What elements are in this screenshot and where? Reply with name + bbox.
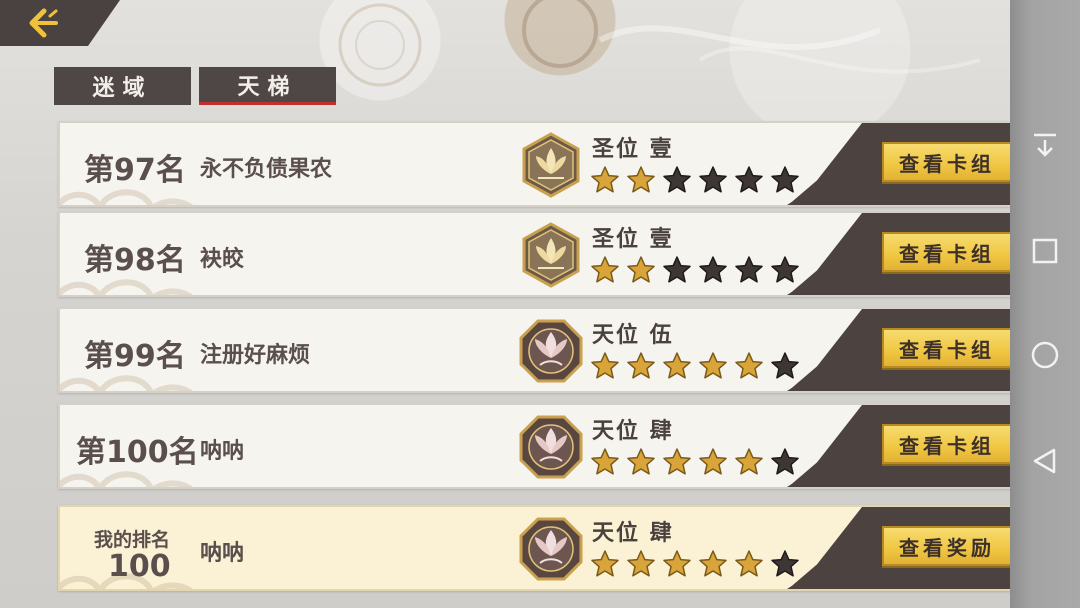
rank-text: 第100名 — [76, 435, 199, 470]
star-empty-icon — [663, 166, 691, 193]
rank-text: 第98名 — [84, 243, 186, 278]
tier-label: 圣位 壹 — [592, 227, 674, 252]
star-filled-icon — [735, 448, 763, 475]
star-filled-icon — [591, 256, 619, 283]
star-filled-icon — [627, 256, 655, 283]
tier-label: 天位 肆 — [592, 521, 674, 546]
triangle-back-icon[interactable] — [1030, 446, 1060, 476]
player-name: 袂皎 — [200, 247, 245, 272]
star-filled-icon — [627, 352, 655, 379]
star-filled-icon — [591, 448, 619, 475]
back-arrow-icon — [29, 8, 58, 38]
star-empty-icon — [699, 166, 727, 193]
star-filled-icon — [591, 166, 619, 193]
system-navigation-bar — [1010, 0, 1080, 608]
view-deck-button[interactable]: 查看卡组 — [882, 232, 1012, 272]
star-filled-icon — [735, 550, 763, 577]
player-name: 呐呐 — [200, 439, 245, 464]
table-row: 第100名 呐呐 天位 肆 查看卡组 — [58, 403, 1029, 489]
lotus-octagon-emblem-icon — [519, 517, 583, 581]
star-filled-icon — [627, 166, 655, 193]
view-rewards-button[interactable]: 查看奖励 — [882, 526, 1012, 566]
star-empty-icon — [735, 256, 763, 283]
star-empty-icon — [771, 352, 799, 379]
lotus-octagon-emblem-icon — [519, 319, 583, 383]
player-name: 永不负债果农 — [200, 157, 333, 182]
star-rating — [590, 351, 800, 381]
star-filled-icon — [699, 448, 727, 475]
star-empty-icon — [771, 448, 799, 475]
player-name: 注册好麻烦 — [200, 343, 311, 368]
table-row: 第99名 注册好麻烦 天位 伍 查看卡组 — [58, 307, 1029, 393]
my-rank-label: 我的排名 — [94, 529, 171, 551]
my-rank-row: 我的排名 100 呐呐 天位 肆 查看奖励 — [58, 505, 1029, 591]
star-filled-icon — [663, 352, 691, 379]
star-filled-icon — [627, 448, 655, 475]
tab-maze[interactable]: 迷域 — [54, 67, 191, 105]
tier-label: 天位 伍 — [592, 323, 674, 348]
table-row: 第97名 永不负债果农 圣位 壹 查看卡组 — [58, 121, 1029, 207]
star-empty-icon — [699, 256, 727, 283]
square-recent-icon[interactable] — [1030, 236, 1060, 266]
star-empty-icon — [771, 550, 799, 577]
star-filled-icon — [699, 550, 727, 577]
star-empty-icon — [771, 256, 799, 283]
view-deck-button[interactable]: 查看卡组 — [882, 142, 1012, 182]
lotus-hexagon-emblem-icon — [522, 132, 580, 198]
tab-ladder[interactable]: 天梯 — [199, 67, 336, 105]
lotus-octagon-emblem-icon — [519, 415, 583, 479]
star-empty-icon — [771, 166, 799, 193]
star-rating — [590, 165, 800, 195]
star-empty-icon — [663, 256, 691, 283]
star-filled-icon — [699, 352, 727, 379]
table-row: 第98名 袂皎 圣位 壹 查看卡组 — [58, 211, 1029, 297]
star-filled-icon — [627, 550, 655, 577]
star-rating — [590, 447, 800, 477]
star-filled-icon — [591, 352, 619, 379]
star-filled-icon — [663, 550, 691, 577]
rank-text: 第99名 — [84, 339, 186, 374]
player-name: 呐呐 — [200, 541, 245, 566]
star-filled-icon — [591, 550, 619, 577]
star-filled-icon — [735, 352, 763, 379]
collapse-down-icon[interactable] — [1030, 130, 1060, 160]
rank-text: 第97名 — [84, 153, 186, 188]
my-rank-number: 100 — [108, 549, 171, 584]
star-rating — [590, 549, 800, 579]
lotus-hexagon-emblem-icon — [522, 222, 580, 288]
tier-label: 圣位 壹 — [592, 137, 674, 162]
star-empty-icon — [735, 166, 763, 193]
view-deck-button[interactable]: 查看卡组 — [882, 328, 1012, 368]
tier-label: 天位 肆 — [592, 419, 674, 444]
star-filled-icon — [663, 448, 691, 475]
star-rating — [590, 255, 800, 285]
view-deck-button[interactable]: 查看卡组 — [882, 424, 1012, 464]
circle-home-icon[interactable] — [1030, 340, 1060, 370]
